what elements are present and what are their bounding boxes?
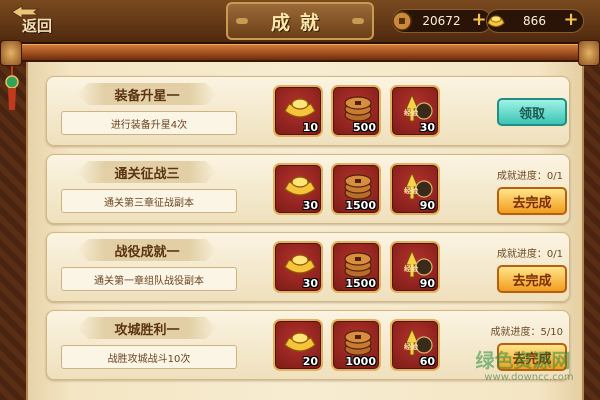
achievement-title: 通关征战三 xyxy=(77,161,217,183)
watermark-url: www.downcc.com xyxy=(484,372,574,383)
gold-ingot-icon xyxy=(487,15,505,27)
gold-ingot-icon xyxy=(284,332,316,352)
coin-stack-icon xyxy=(344,96,372,122)
go-complete-button[interactable]: 去完成 xyxy=(497,265,567,293)
coin-stack-reward: 1500 xyxy=(331,163,381,215)
top-bar: 返回 成就 20672 + 866 + xyxy=(0,0,600,44)
achievement-progress: 成就进度：0/1 xyxy=(496,249,563,260)
achievement-progress: 成就进度：0/1 xyxy=(496,171,563,182)
achievement-title: 攻城胜利一 xyxy=(77,317,217,339)
back-button[interactable]: 返回 xyxy=(6,5,68,38)
watermark: 绿色资源网 xyxy=(475,350,571,372)
coin-stack-icon xyxy=(344,174,372,200)
add-gold-button[interactable]: + xyxy=(562,11,580,30)
gold-ingot-reward: 10 xyxy=(273,85,323,137)
tassel-icon xyxy=(5,66,19,110)
gold-ingot-reward: 20 xyxy=(273,319,323,371)
svg-text:经验: 经验 xyxy=(404,108,419,117)
rod-cap-left xyxy=(0,40,22,66)
gold-ingot-icon xyxy=(284,98,316,118)
exp-reward: 经验 90 xyxy=(390,163,440,215)
gold-amount: 866 xyxy=(523,14,546,28)
achievement-progress: 成就进度：5/10 xyxy=(490,327,563,338)
gold-counter: 866 + xyxy=(486,9,584,33)
achievement-row: 通关征战三 通关第三章征战副本 30 1500 经验 90 成就进度：0/1 去… xyxy=(46,154,570,224)
achievement-description: 战胜攻城战斗10次 xyxy=(61,345,237,369)
achievement-description: 进行装备升星4次 xyxy=(61,111,237,135)
coin-stack-icon xyxy=(344,252,372,278)
achievement-row: 装备升星一 进行装备升星4次 10 500 经验 30 领取 xyxy=(46,76,570,146)
svg-text:经验: 经验 xyxy=(404,186,419,195)
exp-reward: 经验 90 xyxy=(390,241,440,293)
coin-stack-reward: 1000 xyxy=(331,319,381,371)
svg-text:经验: 经验 xyxy=(404,342,419,351)
coin-counter: 20672 + xyxy=(392,9,492,33)
gold-ingot-reward: 30 xyxy=(273,163,323,215)
copper-coin-icon xyxy=(392,11,412,31)
claim-button[interactable]: 领取 xyxy=(497,98,567,126)
back-arrow-icon xyxy=(11,5,40,19)
exp-reward: 经验 30 xyxy=(390,85,440,137)
scroll-rod xyxy=(0,44,600,62)
achievement-title: 战役成就一 xyxy=(77,239,217,261)
achievement-description: 通关第一章组队战役副本 xyxy=(61,267,237,291)
left-border xyxy=(0,62,26,400)
gold-ingot-icon xyxy=(284,254,316,274)
coin-stack-icon xyxy=(344,330,372,356)
go-complete-button[interactable]: 去完成 xyxy=(497,187,567,215)
coin-stack-reward: 1500 xyxy=(331,241,381,293)
exp-reward: 经验 60 xyxy=(390,319,440,371)
svg-text:经验: 经验 xyxy=(404,264,419,273)
achievement-description: 通关第三章征战副本 xyxy=(61,189,237,213)
experience-arrow-icon: 经验 xyxy=(404,93,433,122)
rod-cap-right xyxy=(578,40,600,66)
achievement-row: 战役成就一 通关第一章组队战役副本 30 1500 经验 90 成就进度：0/1… xyxy=(46,232,570,302)
experience-arrow-icon: 经验 xyxy=(404,249,433,278)
experience-arrow-icon: 经验 xyxy=(404,327,433,356)
experience-arrow-icon: 经验 xyxy=(404,171,433,200)
coin-amount: 20672 xyxy=(422,14,461,28)
page-title: 成就 xyxy=(226,2,374,40)
gold-ingot-reward: 30 xyxy=(273,241,323,293)
achievement-title: 装备升星一 xyxy=(77,83,217,105)
coin-stack-reward: 500 xyxy=(331,85,381,137)
gold-ingot-icon xyxy=(284,176,316,196)
